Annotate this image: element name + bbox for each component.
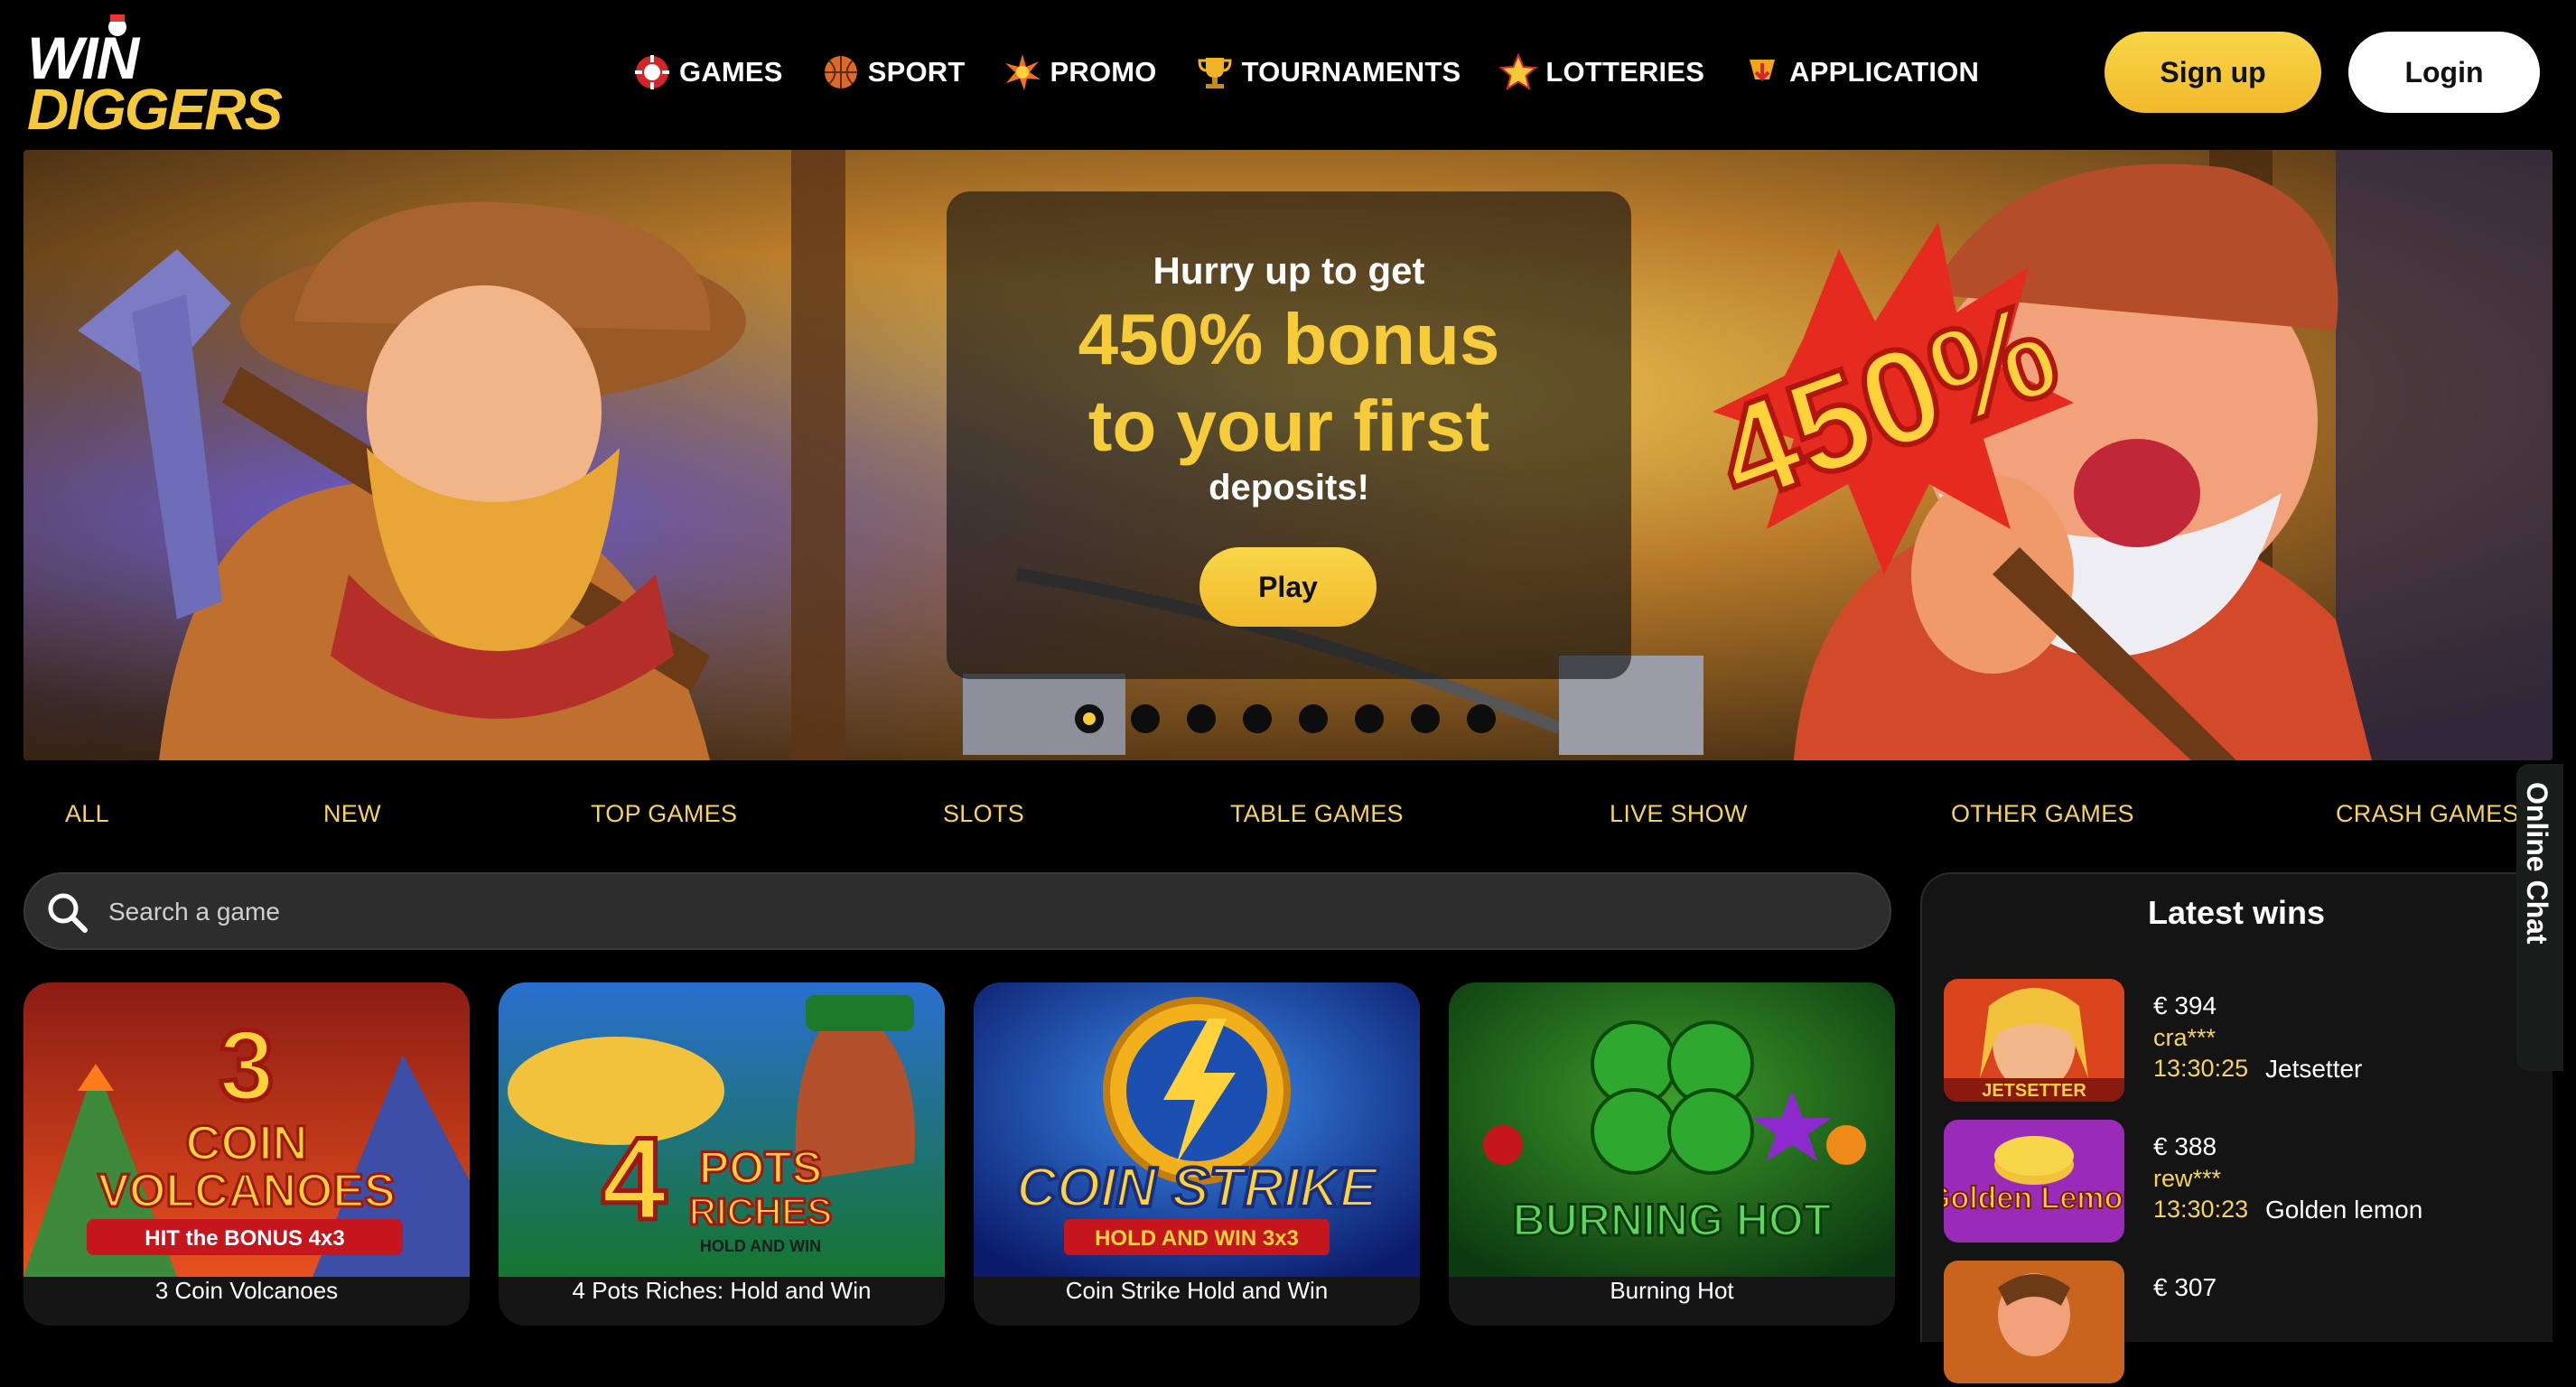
tab-new[interactable]: NEW — [323, 800, 381, 828]
carousel-dot-2[interactable] — [1131, 704, 1160, 733]
game-name: 4 Pots Riches: Hold and Win — [572, 1277, 872, 1304]
win-time: 13:30:23 — [2153, 1196, 2249, 1223]
win-item[interactable]: € 307 — [1944, 1261, 2531, 1387]
win-game-thumb: Golden Lemon — [1944, 1120, 2124, 1243]
win-amount: € 394 — [2153, 991, 2217, 1019]
game-thumbnail: COIN STRIKE HOLD AND WIN 3x3 — [974, 982, 1420, 1277]
carousel-dot-7[interactable] — [1411, 704, 1440, 733]
game-art-sub2: VOLCANOES — [98, 1165, 395, 1217]
game-thumbnail: 3 COIN VOLCANOES HIT the BONUS 4x3 — [23, 982, 470, 1277]
tab-table-games[interactable]: TABLE GAMES — [1230, 800, 1404, 828]
game-card[interactable]: BURNING HOT Burning Hot — [1449, 982, 1895, 1326]
carousel-dot-3[interactable] — [1187, 704, 1216, 733]
nav-application[interactable]: APPLICATION — [1742, 52, 1979, 92]
win-thumb-label: Golden Lemon — [1944, 1181, 2124, 1215]
nav-application-label: APPLICATION — [1789, 56, 1980, 88]
search-input[interactable] — [107, 887, 1826, 937]
basketball-icon — [824, 56, 857, 88]
nav-sport[interactable]: SPORT — [821, 52, 966, 92]
latest-wins-title: Latest wins — [2147, 894, 2326, 931]
game-name: Burning Hot — [1610, 1277, 1734, 1304]
nav-games-label: GAMES — [679, 56, 783, 88]
game-art-sub2: RICHES — [689, 1190, 833, 1233]
win-item[interactable]: JETSETTER € 394 cra*** 13:30:25 Jetsette… — [1944, 979, 2531, 1105]
carousel-dot-1[interactable] — [1075, 704, 1104, 733]
signup-button[interactable]: Sign up — [2105, 32, 2321, 113]
game-art-title: BURNING HOT — [1513, 1195, 1832, 1245]
game-art-sub1: POTS — [699, 1142, 822, 1193]
promo-headline: Hurry up to get — [1153, 249, 1425, 292]
carousel-dot-8[interactable] — [1467, 704, 1496, 733]
logo-text-diggers: DIGGERS — [27, 77, 283, 142]
win-user: cra*** — [2153, 1024, 2217, 1051]
nav-tournaments[interactable]: TOURNAMENTS — [1195, 52, 1461, 92]
tab-live-show[interactable]: LIVE SHOW — [1610, 800, 1748, 828]
game-name: Coin Strike Hold and Win — [1065, 1277, 1329, 1304]
tab-all[interactable]: ALL — [65, 800, 109, 828]
win-game-thumb — [1944, 1261, 2124, 1383]
burst-icon — [1005, 54, 1041, 90]
nav-tournaments-label: TOURNAMENTS — [1241, 56, 1461, 88]
nav-promo[interactable]: PROMO — [1003, 52, 1156, 92]
win-game: Golden lemon — [2265, 1196, 2423, 1224]
win-item[interactable]: Golden Lemon € 388 rew*** 13:30:23 Golde… — [1944, 1120, 2531, 1246]
tab-other-games[interactable]: OTHER GAMES — [1951, 800, 2134, 828]
trophy-icon — [1198, 58, 1232, 88]
carousel-dot-6[interactable] — [1355, 704, 1384, 733]
online-chat-label: Online Chat — [2521, 782, 2553, 945]
win-game-thumb: JETSETTER — [1944, 979, 2124, 1102]
win-time: 13:30:25 — [2153, 1055, 2249, 1082]
game-art-title: COIN STRIKE — [1016, 1157, 1378, 1219]
nav-lotteries[interactable]: LOTTERIES — [1498, 52, 1704, 92]
win-game: Jetsetter — [2265, 1055, 2363, 1083]
tab-crash-games[interactable]: CRASH GAMES — [2336, 800, 2519, 828]
carousel-dot-5[interactable] — [1299, 704, 1328, 733]
login-button[interactable]: Login — [2348, 32, 2540, 113]
star-icon — [1498, 52, 1538, 91]
win-user: rew*** — [2153, 1165, 2222, 1192]
play-button[interactable]: Play — [1199, 547, 1377, 627]
game-thumbnail: 4 POTS RICHES HOLD AND WIN — [499, 982, 945, 1277]
game-search — [23, 872, 1891, 950]
promo-deposits: deposits! — [1209, 468, 1369, 507]
casino-chip-icon — [635, 55, 669, 89]
nav-lotteries-label: LOTTERIES — [1545, 56, 1705, 88]
nav-promo-label: PROMO — [1050, 56, 1157, 88]
win-amount: € 307 — [2153, 1273, 2217, 1301]
game-name: 3 Coin Volcanoes — [154, 1277, 339, 1304]
win-thumb-label: JETSETTER — [1982, 1081, 2086, 1101]
carousel-dots — [1075, 704, 1496, 733]
search-icon[interactable] — [43, 889, 92, 937]
carousel-dot-4[interactable] — [1243, 704, 1272, 733]
nav-sport-label: SPORT — [867, 56, 966, 88]
game-card[interactable]: COIN STRIKE HOLD AND WIN 3x3 Coin Strike… — [974, 982, 1420, 1326]
game-card[interactable]: 3 COIN VOLCANOES HIT the BONUS 4x3 3 Coi… — [23, 982, 470, 1326]
promo-bonus-line2: to your first — [1087, 386, 1490, 466]
game-thumbnail: BURNING HOT — [1449, 982, 1895, 1277]
download-icon — [1750, 60, 1776, 81]
game-art-title: 3 — [219, 1010, 274, 1122]
game-art-sub1: COIN — [186, 1116, 308, 1170]
win-amount: € 388 — [2153, 1132, 2217, 1160]
tab-slots[interactable]: SLOTS — [943, 800, 1024, 828]
nav-games[interactable]: GAMES — [632, 52, 783, 92]
online-chat-tab[interactable]: Online Chat — [2516, 764, 2563, 1071]
site-logo[interactable]: WIN DIGGERS — [22, 13, 293, 142]
game-art-title: 4 — [602, 1112, 667, 1244]
game-art-tag: HIT the BONUS 4x3 — [145, 1226, 344, 1251]
game-card[interactable]: 4 POTS RICHES HOLD AND WIN 4 Pots Riches… — [499, 982, 945, 1326]
promo-bonus: 450% bonus — [1078, 299, 1500, 379]
main-nav: GAMES SPORT PROMO TOURNAMENTS LOTTERIES — [632, 47, 2017, 98]
game-art-tag: HOLD AND WIN — [700, 1237, 821, 1255]
tab-top-games[interactable]: TOP GAMES — [591, 800, 737, 828]
game-art-tag: HOLD AND WIN 3x3 — [1095, 1226, 1299, 1251]
